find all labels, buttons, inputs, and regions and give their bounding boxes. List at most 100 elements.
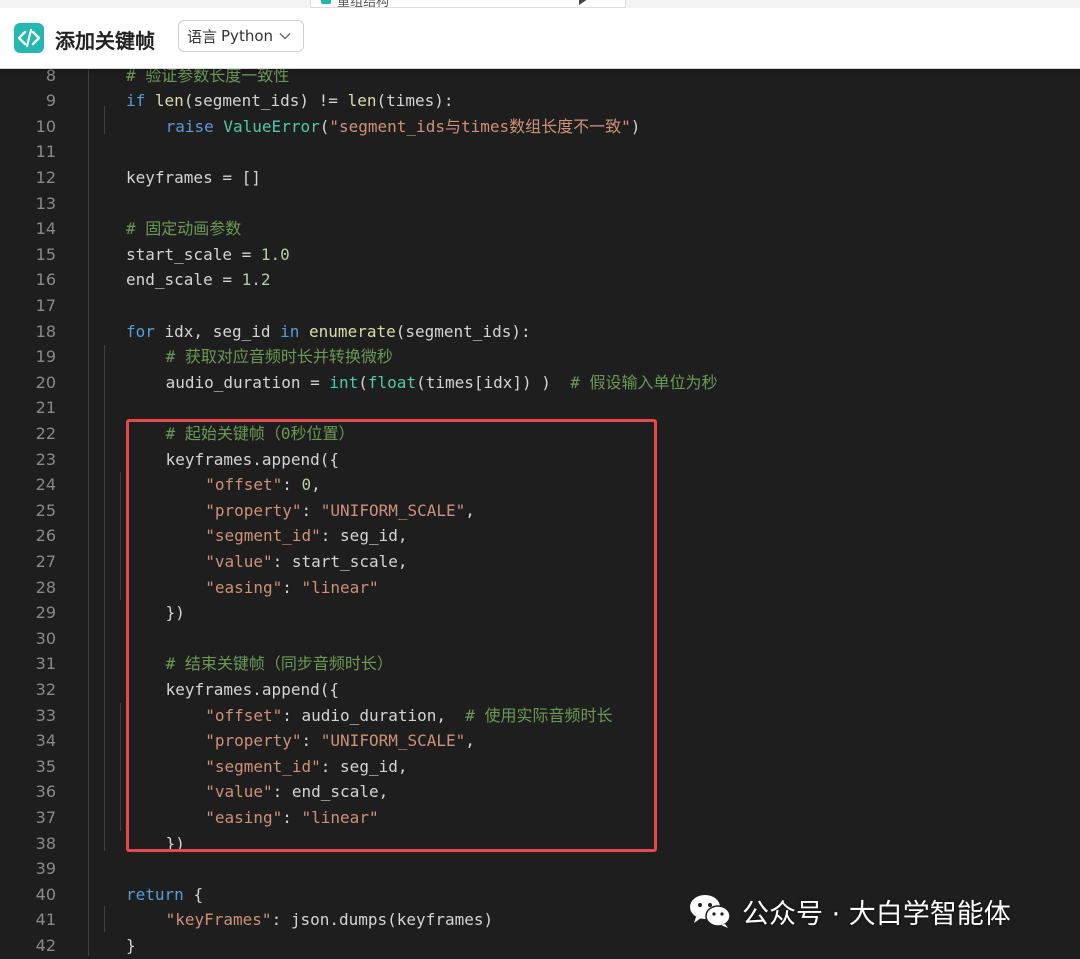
code-line[interactable]: 19 # 获取对应音频时长并转换微秒 [0,344,1080,370]
code-text: "property": "UNIFORM_SCALE", [205,498,475,524]
line-number: 34 [35,731,56,751]
code-line[interactable]: 33 "offset": audio_duration, # 使用实际音频时长 [0,703,1080,729]
code-line[interactable]: 14 # 固定动画参数 [0,216,1080,242]
more-icon[interactable]: ··· [599,0,615,2]
code-token: len [347,91,377,111]
code-token: (times): [376,91,454,111]
code-line[interactable]: 39 [0,856,1080,882]
code-line[interactable]: 32 keyframes.append({ [0,677,1080,703]
code-token: # 获取对应音频时长并转换微秒 [165,347,393,367]
code-line[interactable]: 27 "value": start_scale, [0,549,1080,575]
code-line[interactable]: 28 "easing": "linear" [0,575,1080,601]
line-number: 21 [35,398,56,418]
code-text: if len(segment_ids) != len(times): [126,88,454,114]
code-text: "easing": "linear" [205,575,378,601]
code-token: ValueError [223,116,320,136]
code-token: : start_scale, [272,552,408,571]
code-line[interactable]: 29}) [0,600,1080,626]
code-token: keyframes.append({ [165,680,339,699]
code-text: # 结束关键帧（同步音频时长） [166,651,393,677]
background-tab[interactable]: 重组结构 ··· [310,0,626,10]
line-number: 35 [35,756,56,776]
code-token: idx, seg_id [164,321,281,341]
code-token: (segment_ids) != [183,91,348,111]
code-line[interactable]: 10 raise ValueError("segment_ids与times数组长… [0,114,1080,140]
line-number: 12 [35,168,56,187]
code-text: keyframes.append({ [166,677,339,703]
code-line[interactable]: 42} [0,933,1080,959]
line-number: 13 [35,193,56,213]
line-number: 18 [35,321,56,341]
line-number: 41 [35,910,56,930]
code-token: 1.2 [241,270,271,290]
code-text: "property": "UNIFORM_SCALE", [205,728,475,754]
code-token: : audio_duration, [282,705,466,725]
code-line[interactable]: 15 start_scale = 1.0 [0,242,1080,268]
code-token: : seg_id, [320,756,408,776]
code-editor[interactable]: 8 # 验证参数长度一致性 9 if len(segment_ids) != len(… [0,66,1080,959]
line-number: 31 [35,654,56,674]
code-line[interactable]: 18 for idx, seg_id in enumerate(segment_i… [0,319,1080,345]
code-line[interactable]: 23 keyframes.append({ [0,447,1080,473]
code-token: : end_scale, [272,782,389,802]
code-line[interactable]: 16 end_scale = 1.2 [0,267,1080,293]
line-number: 30 [35,628,56,648]
code-token: int [329,372,359,392]
code-token: : seg_id, [320,526,408,546]
code-token: ) [630,116,641,136]
code-token: for [126,321,165,341]
code-token: keyframes.append({ [165,449,339,469]
code-token: }) [165,833,185,853]
line-number: 15 [35,244,56,264]
code-token: : json.dumps(keyframes) [271,910,494,930]
code-line[interactable]: 30 [0,626,1080,652]
code-token: : [282,475,302,495]
code-line[interactable]: 38}) [0,831,1080,857]
code-token: start_scale = [126,244,261,264]
code-token: (segment_ids): [395,321,531,341]
code-token: end_scale = [126,270,242,290]
code-text: end_scale = 1.2 [126,267,271,293]
line-number: 40 [35,884,56,904]
code-line[interactable]: 31 # 结束关键帧（同步音频时长） [0,651,1080,677]
code-line[interactable]: 20 audio_duration = int(float(times[idx])… [0,370,1080,396]
code-token: "linear" [301,808,379,827]
code-token: # 起始关键帧（0秒位置） [165,424,355,443]
code-token: keyframes = [] [126,168,261,187]
language-select[interactable]: 语言 Python [178,20,305,52]
play-icon[interactable] [579,0,588,5]
code-line[interactable]: 26 "segment_id": seg_id, [0,523,1080,549]
line-number: 42 [35,936,56,955]
code-token: "linear" [301,577,379,597]
code-text: # 起始关键帧（0秒位置） [166,421,355,447]
code-line[interactable]: 24 "offset": 0, [0,472,1080,498]
code-token: len [154,91,184,111]
code-token: : [282,577,302,597]
code-line[interactable]: 35 "segment_id": seg_id, [0,754,1080,780]
code-logo-icon [14,23,44,53]
watermark-text: 公众号 · 大白学智能体 [742,898,1011,930]
line-number: 20 [35,372,56,392]
code-text: audio_duration = int(float(times[idx]) )… [166,370,718,396]
code-line[interactable]: 25 "property": "UNIFORM_SCALE", [0,498,1080,524]
code-line[interactable]: 34 "property": "UNIFORM_SCALE", [0,728,1080,754]
code-text: keyframes.append({ [166,447,339,473]
code-text: for idx, seg_id in enumerate(segment_ids… [126,319,531,345]
code-line[interactable]: 22 # 起始关键帧（0秒位置） [0,421,1080,447]
line-number: 36 [35,782,56,802]
code-line[interactable]: 9 if len(segment_ids) != len(times): [0,88,1080,114]
code-line[interactable]: 21 [0,395,1080,421]
code-text: } [126,933,136,959]
watermark: 公众号 · 大白学智能体 [688,888,1011,934]
code-line[interactable]: 36 "value": end_scale, [0,779,1080,805]
code-token: ( [319,116,330,136]
code-text: start_scale = 1.0 [126,242,290,268]
code-line[interactable]: 37 "easing": "linear" [0,805,1080,831]
code-text: "easing": "linear" [205,805,378,831]
dialog-header: 添加关键帧 语言 Python [0,6,1080,69]
line-number: 22 [35,424,56,443]
code-line[interactable]: 13 [0,191,1080,217]
code-line[interactable]: 11 [0,139,1080,165]
code-line[interactable]: 12 keyframes = [] [0,165,1080,191]
code-line[interactable]: 17 [0,293,1080,319]
